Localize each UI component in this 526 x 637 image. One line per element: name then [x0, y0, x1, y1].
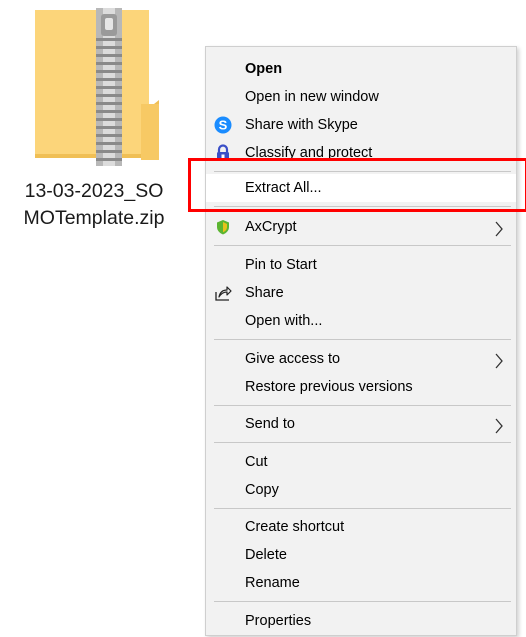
menu-item-share[interactable]: Share [206, 279, 516, 307]
menu-separator [214, 508, 511, 509]
classify-lock-icon [214, 144, 232, 162]
menu-item-label: Pin to Start [245, 257, 317, 273]
menu-item-label: Cut [245, 454, 268, 470]
menu-item-label: Open with... [245, 313, 323, 329]
menu-item-axcrypt[interactable]: AxCrypt [206, 213, 516, 241]
context-menu: Open Open in new window S Share with Sky… [205, 46, 517, 636]
menu-item-label: Share [245, 285, 284, 301]
menu-item-label: Send to [245, 416, 295, 432]
menu-item-properties[interactable]: Properties [206, 607, 516, 635]
skype-icon: S [214, 116, 232, 134]
chevron-right-icon [494, 351, 504, 369]
menu-item-label: Properties [245, 613, 312, 629]
axcrypt-shield-icon [214, 218, 232, 236]
menu-item-send-to[interactable]: Send to [206, 410, 516, 438]
file-name-line2: MOTemplate.zip [23, 207, 165, 229]
menu-item-label: Open [245, 61, 283, 77]
file-name-label[interactable]: 13-03-2023_SO MOTemplate.zip [6, 178, 182, 232]
menu-separator [214, 601, 511, 602]
menu-item-rename[interactable]: Rename [206, 569, 516, 597]
chevron-right-icon [494, 219, 504, 237]
menu-item-label: Rename [245, 575, 300, 591]
menu-separator [214, 442, 511, 443]
menu-item-give-access[interactable]: Give access to [206, 345, 516, 373]
menu-separator [214, 245, 511, 246]
menu-item-label: Restore previous versions [245, 379, 413, 395]
menu-item-delete[interactable]: Delete [206, 541, 516, 569]
menu-item-label: Give access to [245, 351, 341, 367]
menu-separator [214, 206, 511, 207]
menu-item-restore-versions[interactable]: Restore previous versions [206, 373, 516, 401]
menu-item-copy[interactable]: Copy [206, 476, 516, 504]
menu-item-label: Copy [245, 482, 279, 498]
menu-item-label: Open in new window [245, 89, 379, 105]
menu-item-open-with[interactable]: Open with... [206, 307, 516, 335]
menu-item-share-skype[interactable]: S Share with Skype [206, 111, 516, 139]
menu-separator [214, 339, 511, 340]
menu-item-label: Create shortcut [245, 519, 345, 535]
menu-separator [214, 405, 511, 406]
menu-item-pin-to-start[interactable]: Pin to Start [206, 251, 516, 279]
menu-item-label: Extract All... [245, 180, 322, 196]
file-name-line1: 13-03-2023_SO [24, 180, 164, 202]
menu-item-label: AxCrypt [245, 219, 297, 235]
svg-text:S: S [219, 118, 228, 133]
chevron-right-icon [494, 416, 504, 434]
menu-item-extract-all[interactable]: Extract All... [206, 174, 516, 202]
menu-item-open-new-window[interactable]: Open in new window [206, 83, 516, 111]
menu-item-classify-protect[interactable]: Classify and protect [206, 139, 516, 167]
menu-item-open[interactable]: Open [206, 55, 516, 83]
menu-item-label: Classify and protect [245, 145, 373, 161]
zip-folder-icon[interactable] [33, 8, 161, 166]
share-icon [214, 284, 232, 302]
menu-item-cut[interactable]: Cut [206, 448, 516, 476]
menu-item-label: Delete [245, 547, 287, 563]
menu-item-label: Share with Skype [245, 117, 358, 133]
menu-item-create-shortcut[interactable]: Create shortcut [206, 513, 516, 541]
menu-separator [214, 171, 511, 172]
